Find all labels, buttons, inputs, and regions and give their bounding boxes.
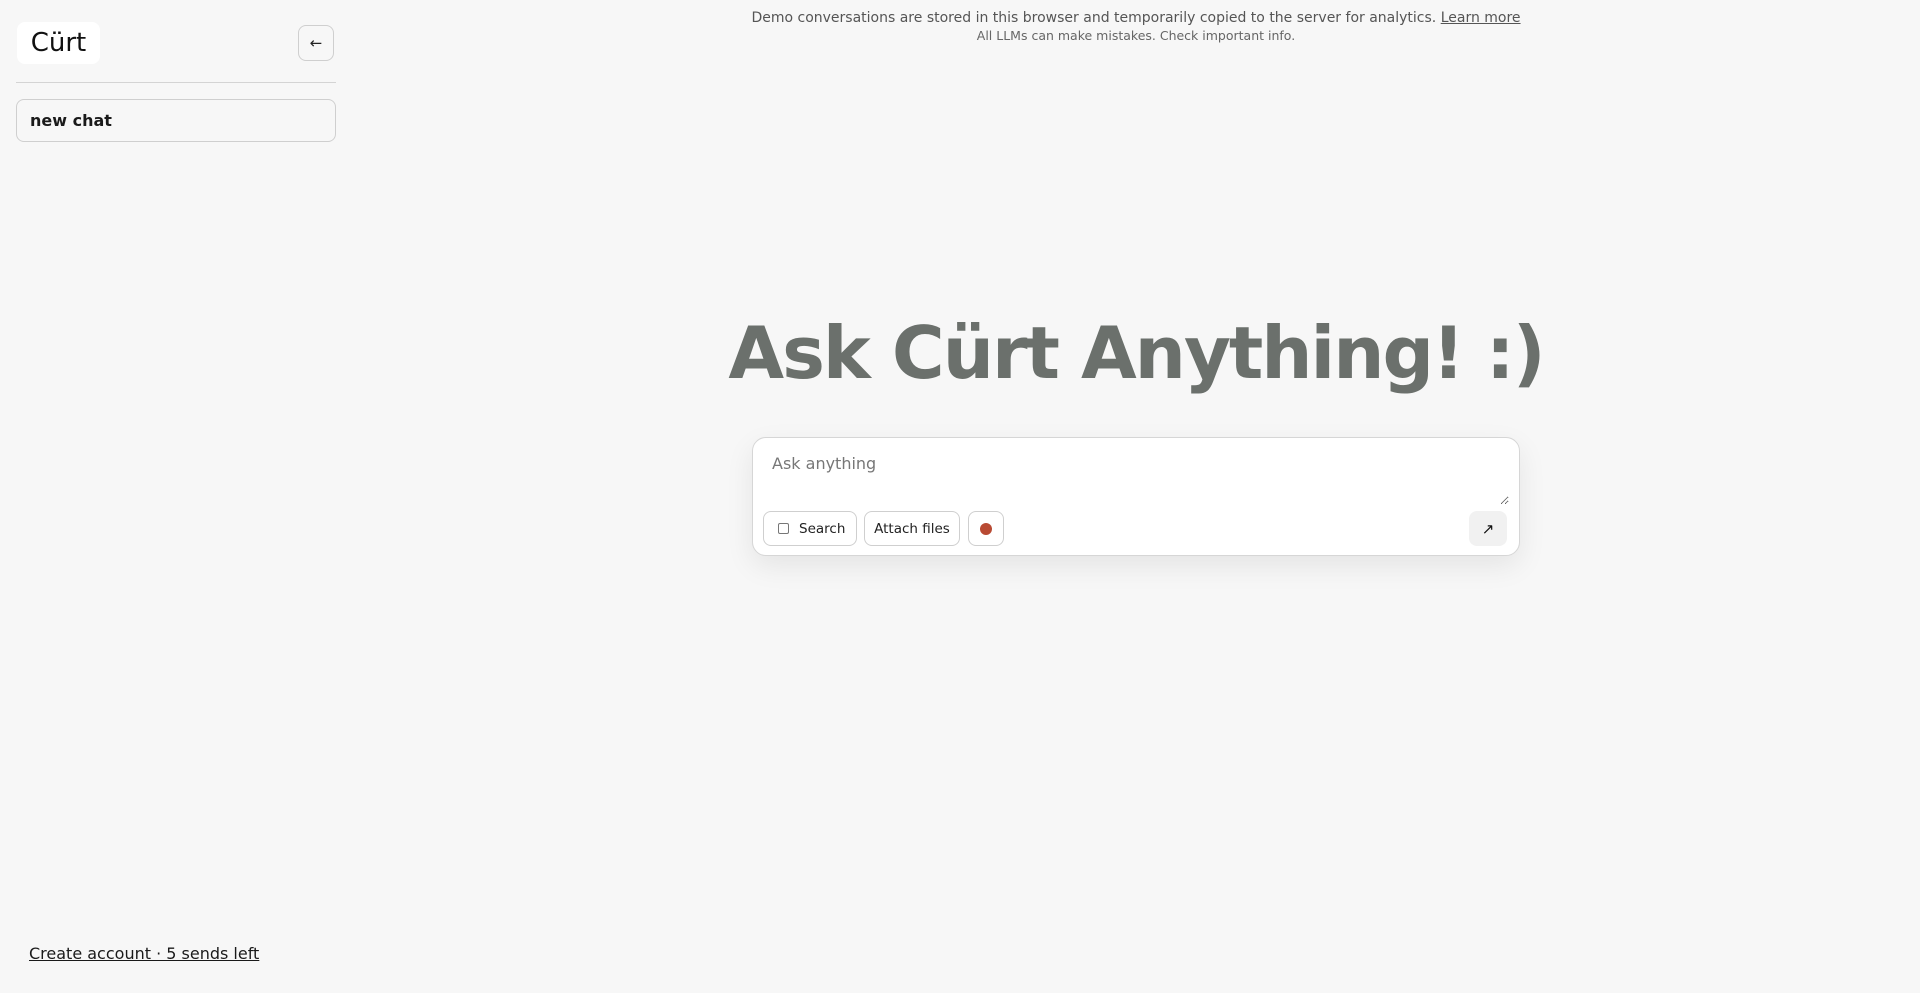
search-label: Search [799, 520, 846, 537]
attach-files-label: Attach files [874, 520, 950, 537]
page-title: Ask Cürt Anything! :) [728, 311, 1545, 395]
record-icon [980, 522, 992, 535]
search-checkbox[interactable] [778, 523, 789, 534]
arrow-up-right-icon: ↗ [1481, 519, 1495, 538]
new-chat-button[interactable]: new chat [16, 99, 336, 142]
chat-composer: Search Attach files ↗ [752, 437, 1520, 556]
notice-line-2: All LLMs can make mistakes. Check import… [976, 28, 1296, 43]
arrow-left-icon: ← [309, 34, 323, 52]
message-input[interactable] [763, 448, 1509, 505]
attach-files-button[interactable]: Attach files [864, 511, 960, 546]
create-account-link[interactable]: Create account · 5 sends left [29, 944, 259, 963]
sidebar: Cürt ← new chat Create account · 5 sends… [0, 0, 352, 993]
record-button[interactable] [968, 511, 1004, 546]
notice-line-1: Demo conversations are stored in this br… [352, 9, 1920, 27]
notice-text: Demo conversations are stored in this br… [751, 10, 1437, 26]
storage-notice: Demo conversations are stored in this br… [352, 9, 1920, 44]
search-toggle-button[interactable]: Search [763, 511, 857, 546]
sidebar-divider [16, 82, 336, 83]
app-logo[interactable]: Cürt [17, 22, 100, 64]
app-root: Cürt ← new chat Create account · 5 sends… [0, 0, 1920, 993]
collapse-sidebar-button[interactable]: ← [298, 25, 334, 61]
learn-more-link[interactable]: Learn more [1441, 10, 1521, 26]
send-button[interactable]: ↗ [1469, 511, 1507, 546]
